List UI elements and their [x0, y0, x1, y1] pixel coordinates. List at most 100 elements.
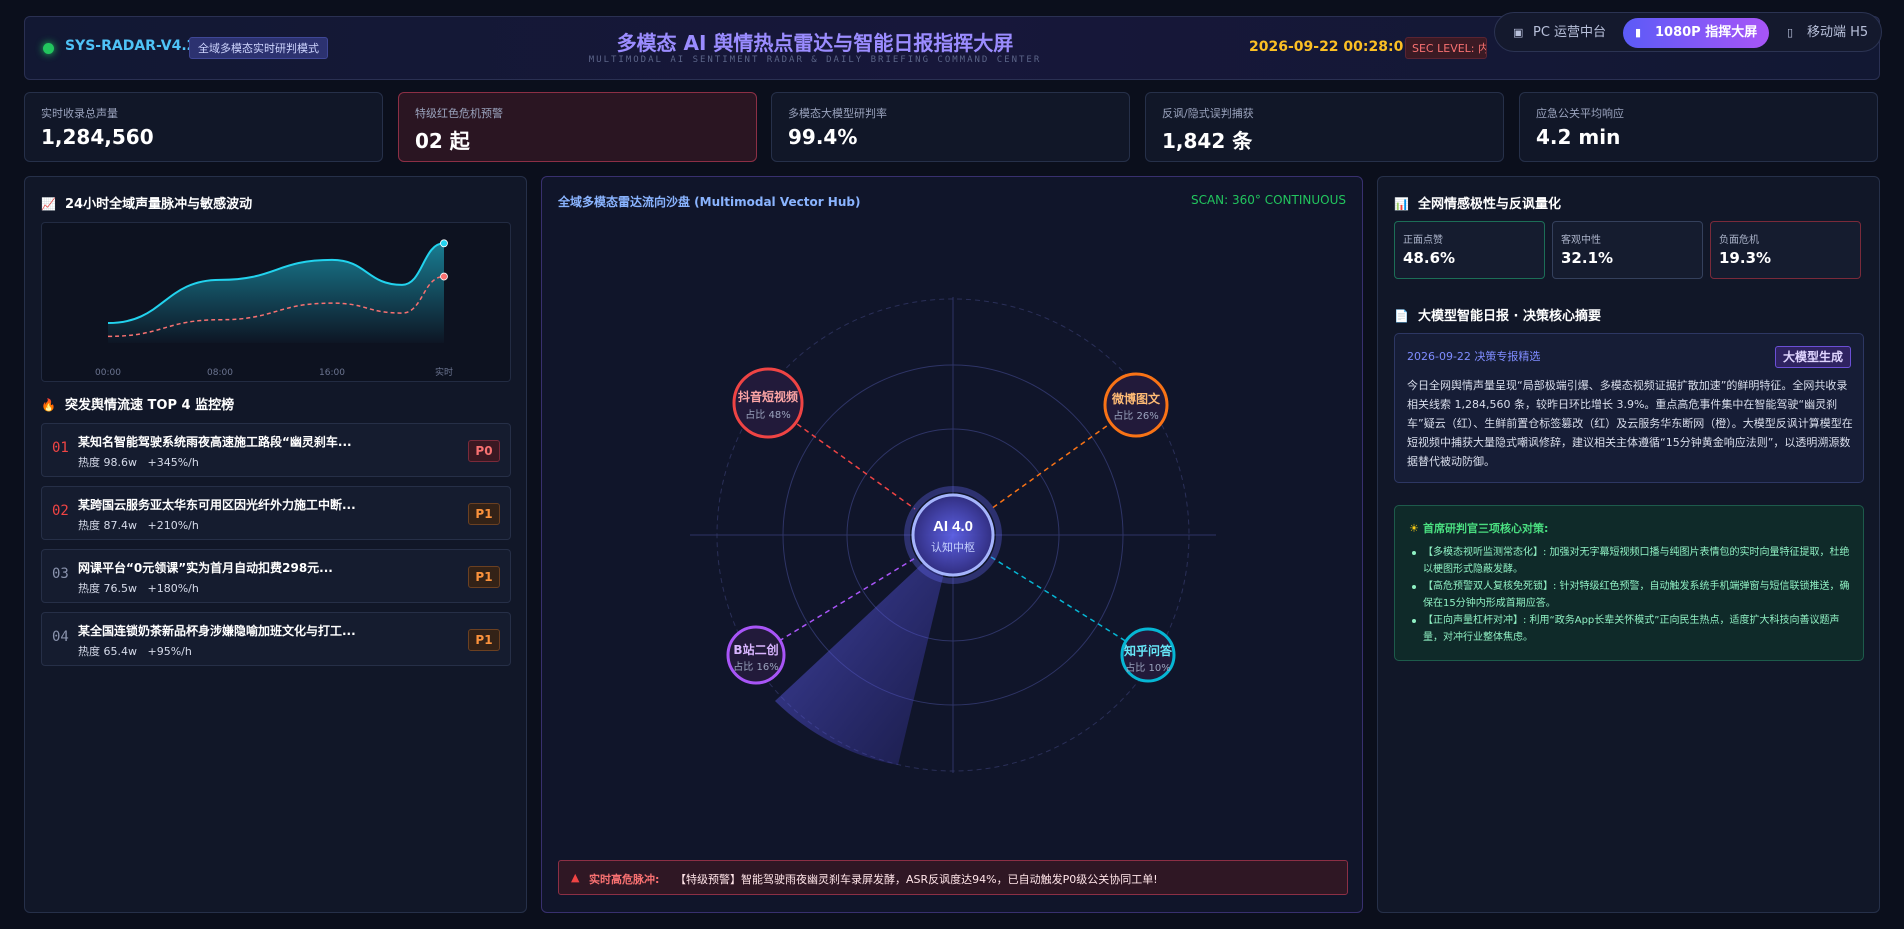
- kpi-value: 1,842 条: [1162, 129, 1253, 153]
- trend-title-text: 24小时全域声量脉冲与敏感波动: [65, 197, 253, 212]
- sentiment-section-title: 📊 全网情感极性与反讽量化: [1394, 193, 1561, 212]
- node-name: B站二创: [733, 642, 778, 657]
- bulb-icon: ☀: [1409, 522, 1419, 535]
- radar-core[interactable]: AI 4.0 认知中枢: [904, 486, 1002, 584]
- hot-meta: 热度 98.6w +345%/h: [78, 454, 199, 470]
- node-name: 抖音短视频: [738, 389, 798, 404]
- sentiment-card-neutral: 客观中性 32.1%: [1552, 221, 1703, 279]
- node-share: 占比 48%: [745, 408, 790, 421]
- radar-node-douyin[interactable]: 抖音短视频 占比 48%: [732, 367, 804, 439]
- x-tick-label: 实时: [435, 366, 453, 378]
- page-title: 多模态 AI 舆情热点雷达与智能日报指挥大屏: [616, 31, 1014, 55]
- advice-title-text: 首席研判官三项核心对策:: [1423, 522, 1549, 535]
- advice-title: ☀ 首席研判官三项核心对策:: [1409, 520, 1548, 536]
- hot-title: 某全国连锁奶茶新品杯身涉嫌隐喻加班文化与打工...: [78, 624, 356, 638]
- bar-chart-icon: ▮: [1635, 26, 1642, 39]
- advice-card: ☀ 首席研判官三项核心对策: 【多模态视听监测常态化】: 加强对无字幕短视频口播与…: [1394, 505, 1864, 661]
- radar-node-weibo[interactable]: 微博图文 占比 26%: [1103, 372, 1169, 438]
- hot-heat: 热度 98.6w: [78, 456, 137, 469]
- trend-chart-svg: 00:00 08:00 16:00 实时: [95, 239, 453, 378]
- sentiment-value: 19.3%: [1719, 249, 1772, 267]
- right-panel: 📊 全网情感极性与反讽量化 正面点赞 48.6% 客观中性 32.1% 负面危机 …: [1377, 176, 1880, 913]
- radar-node-bilibili[interactable]: B站二创 占比 16%: [726, 625, 786, 685]
- advice-item: 【正向声量杠杆对冲】: 利用“政务App长辈关怀模式”正向民生热点，适度扩大科技…: [1409, 612, 1855, 646]
- hot-list-item[interactable]: 03 网课平台“0元领课”实为首月自动扣费298元... 热度 76.5w +1…: [41, 549, 511, 603]
- kpi-label: 多模态大模型研判率: [788, 107, 887, 120]
- hot-heat: 热度 87.4w: [78, 519, 137, 532]
- document-icon: 📄: [1394, 309, 1409, 323]
- hot-meta: 热度 65.4w +95%/h: [78, 643, 192, 659]
- sentiment-value: 32.1%: [1561, 249, 1614, 267]
- bar-chart-icon: 📊: [1394, 197, 1409, 211]
- kpi-value: 1,284,560: [41, 125, 154, 149]
- view-bigscreen-label: 1080P 指挥大屏: [1655, 25, 1758, 40]
- kpi-label: 实时收录总声量: [41, 107, 118, 120]
- node-share: 占比 10%: [1125, 661, 1170, 674]
- sentiment-label: 负面危机: [1719, 235, 1759, 246]
- view-switch: ▣ PC 运营中台 ▮ 1080P 指挥大屏 ▯ 移动端 H5: [1494, 12, 1882, 52]
- hot-list-item[interactable]: 02 某跨国云服务亚太华东可用区因光纤外力施工中断... 热度 87.4w +2…: [41, 486, 511, 540]
- core-sub-label: 认知中枢: [931, 540, 975, 554]
- sentiment-card-negative: 负面危机 19.3%: [1710, 221, 1861, 279]
- brief-date: 2026-09-22 决策专报精选: [1407, 350, 1541, 363]
- priority-badge: P1: [468, 629, 500, 651]
- hot-meta: 热度 87.4w +210%/h: [78, 517, 199, 533]
- hot-title: 网课平台“0元领课”实为首月自动扣费298元...: [78, 561, 333, 575]
- brief-section-title: 📄 大模型智能日报 · 决策核心摘要: [1394, 305, 1601, 324]
- view-pc-label: PC 运营中台: [1533, 25, 1607, 40]
- node-share: 占比 26%: [1113, 409, 1158, 422]
- sentiment-title-text: 全网情感极性与反讽量化: [1418, 197, 1562, 212]
- advice-list: 【多模态视听监测常态化】: 加强对无字幕短视频口播与纯图片表情包的实时向量特征提…: [1409, 544, 1855, 646]
- header-datetime: 2026-09-22 00:28:01: [1249, 39, 1414, 55]
- sec-level-badge: SEC LEVEL: 内部机密: [1405, 37, 1487, 59]
- hot-rank: 01: [52, 440, 69, 456]
- kpi-value: 4.2 min: [1536, 125, 1621, 149]
- view-pc-button[interactable]: ▣ PC 运营中台: [1501, 18, 1618, 48]
- siren-icon: ▲: [571, 871, 580, 884]
- node-name: 知乎问答: [1123, 643, 1173, 658]
- trend-chart: 00:00 08:00 16:00 实时: [41, 222, 511, 382]
- advice-item: 【高危预警双人复核免死锁】: 针对特级红色预警，自动触发系统手机端弹窗与短信联锁…: [1409, 578, 1855, 612]
- hot-rank: 02: [52, 503, 69, 519]
- kpi-label: 应急公关平均响应: [1536, 107, 1624, 120]
- system-name: SYS-RADAR-V4.2: [65, 38, 197, 54]
- trend-section-title: 📈 24小时全域声量脉冲与敏感波动: [41, 193, 252, 212]
- hot-rank: 04: [52, 629, 69, 645]
- brief-body: 今日全网舆情声量呈现“局部极端引爆、多模态视频证据扩散加速”的鲜明特征。全网共收…: [1407, 379, 1853, 468]
- brief-title-text: 大模型智能日报 · 决策核心摘要: [1418, 309, 1601, 324]
- ai-generated-badge: 大模型生成: [1774, 346, 1851, 368]
- priority-badge: P1: [468, 503, 500, 525]
- view-bigscreen-button[interactable]: ▮ 1080P 指挥大屏: [1623, 18, 1770, 48]
- kpi-card-total-volume: 实时收录总声量 1,284,560: [24, 92, 383, 162]
- priority-badge: P0: [468, 440, 500, 462]
- page-subtitle: MULTIMODAL AI SENTIMENT RADAR & DAILY BR…: [588, 55, 1042, 65]
- left-panel: 📈 24小时全域声量脉冲与敏感波动 00:00 08:00 16:00 实时 🔥 突发舆情…: [24, 176, 527, 913]
- hot-heat: 热度 76.5w: [78, 582, 137, 595]
- hot-title: 某知名智能驾驶系统雨夜高速施工路段“幽灵刹车...: [78, 435, 352, 449]
- kpi-card-irony-capture: 反讽/隐式误判捕获 1,842 条: [1145, 92, 1504, 162]
- node-share: 占比 16%: [733, 660, 778, 673]
- hot-growth: +345%/h: [147, 456, 199, 469]
- sentiment-value: 48.6%: [1403, 249, 1456, 267]
- realtime-alert-bar[interactable]: ▲ 实时高危脉冲: 【特级预警】智能驾驶雨夜幽灵刹车录屏发酵，ASR反讽度达94…: [558, 860, 1348, 895]
- sensitive-live-point: [440, 272, 448, 281]
- hot-growth: +95%/h: [147, 645, 192, 658]
- advice-item: 【多模态视听监测常态化】: 加强对无字幕短视频口播与纯图片表情包的实时向量特征提…: [1409, 544, 1855, 578]
- fire-icon: 🔥: [41, 398, 56, 412]
- view-h5-button[interactable]: ▯ 移动端 H5: [1775, 18, 1880, 48]
- sentiment-label: 客观中性: [1561, 235, 1601, 246]
- hot-rank: 03: [52, 566, 69, 582]
- radar-diagram: AI 4.0 认知中枢 抖音短视频 占比 48% 微博图文 占比 26% B站二…: [690, 297, 1216, 773]
- priority-badge: P1: [468, 566, 500, 588]
- radar-node-zhihu[interactable]: 知乎问答 占比 10%: [1120, 627, 1176, 683]
- hot-list-item[interactable]: 04 某全国连锁奶茶新品杯身涉嫌隐喻加班文化与打工... 热度 65.4w +9…: [41, 612, 511, 666]
- kpi-card-red-alerts: 特级红色危机预警 02 起: [398, 92, 757, 162]
- kpi-label: 反讽/隐式误判捕获: [1162, 107, 1254, 120]
- kpi-value: 02 起: [415, 129, 470, 153]
- node-name: 微博图文: [1111, 391, 1161, 406]
- monitor-icon: ▣: [1513, 26, 1524, 39]
- hot-list-item[interactable]: 01 某知名智能驾驶系统雨夜高速施工路段“幽灵刹车... 热度 98.6w +3…: [41, 423, 511, 477]
- hot-title: 某跨国云服务亚太华东可用区因光纤外力施工中断...: [78, 498, 356, 512]
- hot-meta: 热度 76.5w +180%/h: [78, 580, 199, 596]
- kpi-card-judge-rate: 多模态大模型研判率 99.4%: [771, 92, 1130, 162]
